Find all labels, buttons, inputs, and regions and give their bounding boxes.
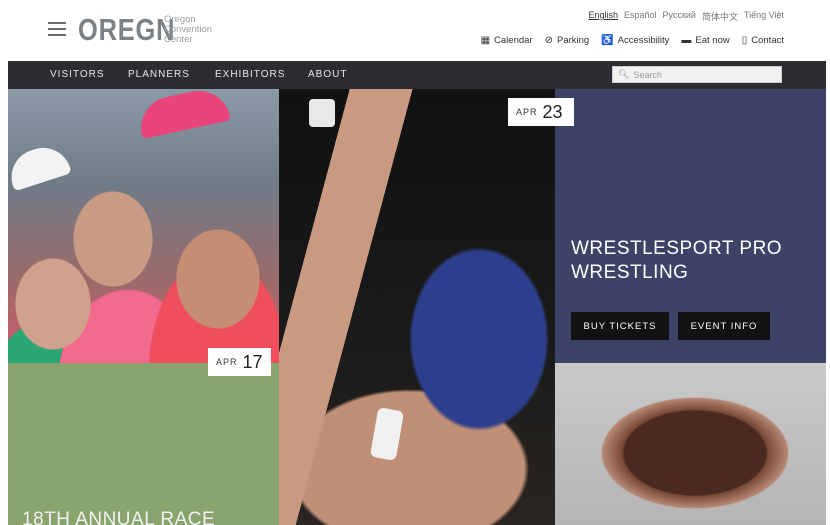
language-switcher: English Español Русский 简体中文 Tiếng Việt xyxy=(588,10,784,23)
calendar-link[interactable]: ▦ Calendar xyxy=(481,35,533,46)
featured-event-panel: WRESTLESPORT PRO WRESTLING BUY TICKETS E… xyxy=(555,89,826,363)
eat-now-label: Eat now xyxy=(695,35,730,46)
parking-label: Parking xyxy=(556,35,590,46)
date-month: APR xyxy=(216,357,238,367)
accessibility-label: Accessibility xyxy=(617,35,670,46)
white-cap-shape xyxy=(8,140,72,192)
contact-link[interactable]: ▯ Contact xyxy=(742,35,784,46)
language-english[interactable]: English xyxy=(588,10,618,23)
search-box: 🔍︎ xyxy=(612,66,782,83)
nav-item-about[interactable]: ABOUT xyxy=(308,69,347,80)
pink-cap-shape xyxy=(135,89,231,139)
language-russian[interactable]: Русский xyxy=(663,10,696,23)
search-input[interactable] xyxy=(633,69,774,80)
event-info-button[interactable]: EVENT INFO xyxy=(678,312,770,340)
parking-link[interactable]: ⊘ Parking xyxy=(545,35,590,46)
language-vietnamese[interactable]: Tiếng Việt xyxy=(744,10,784,23)
nav-item-exhibitors[interactable]: EXHIBITORS xyxy=(215,69,285,80)
oregon-convention-center-logo[interactable]: OREGN Oregon Convention Center xyxy=(78,12,212,47)
date-badge-apr-17: APR 17 xyxy=(208,348,271,376)
logo-subtitle: Oregon Convention Center xyxy=(164,14,213,45)
logo-wordmark: OREGN xyxy=(78,12,176,47)
race-event-title[interactable]: 18TH ANNUAL RACE xyxy=(22,509,215,525)
eat-now-icon: ▬ xyxy=(681,35,692,46)
copper-bowl-photo[interactable] xyxy=(555,363,826,525)
contact-icon: ▯ xyxy=(741,35,748,46)
site-header: OREGN Oregon Convention Center English E… xyxy=(0,0,830,61)
contact-label: Contact xyxy=(751,35,784,46)
runners-photo[interactable] xyxy=(8,89,279,363)
wrist-tape-shape xyxy=(309,99,335,127)
main-nav: VISITORS PLANNERS EXHIBITORS ABOUT 🔍︎ xyxy=(8,61,826,89)
hamburger-menu-icon[interactable] xyxy=(48,22,66,36)
accessibility-icon: ♿ xyxy=(601,35,614,46)
language-chinese[interactable]: 简体中文 xyxy=(702,10,738,23)
wrist-band-shape xyxy=(369,407,405,461)
date-month: APR xyxy=(516,107,538,117)
nav-item-planners[interactable]: PLANNERS xyxy=(128,69,190,80)
accessibility-link[interactable]: ♿ Accessibility xyxy=(601,35,669,46)
nav-item-visitors[interactable]: VISITORS xyxy=(50,69,105,80)
utility-links: ▦ Calendar ⊘ Parking ♿ Accessibility ▬ E… xyxy=(481,35,784,46)
date-badge-apr-23: APR 23 xyxy=(508,98,574,126)
wrestler-photo[interactable] xyxy=(279,89,555,525)
calendar-label: Calendar xyxy=(494,35,533,46)
race-event-panel: 18TH ANNUAL RACE xyxy=(8,363,279,525)
date-day: 23 xyxy=(542,101,563,122)
buy-tickets-button[interactable]: BUY TICKETS xyxy=(571,312,669,340)
date-day: 17 xyxy=(242,351,263,372)
calendar-icon: ▦ xyxy=(480,35,491,46)
parking-icon: ⊘ xyxy=(544,35,553,46)
search-icon: 🔍︎ xyxy=(618,69,630,79)
event-title[interactable]: WRESTLESPORT PRO WRESTLING xyxy=(571,237,811,285)
language-espanol[interactable]: Español xyxy=(624,10,657,23)
eat-now-link[interactable]: ▬ Eat now xyxy=(681,35,729,46)
